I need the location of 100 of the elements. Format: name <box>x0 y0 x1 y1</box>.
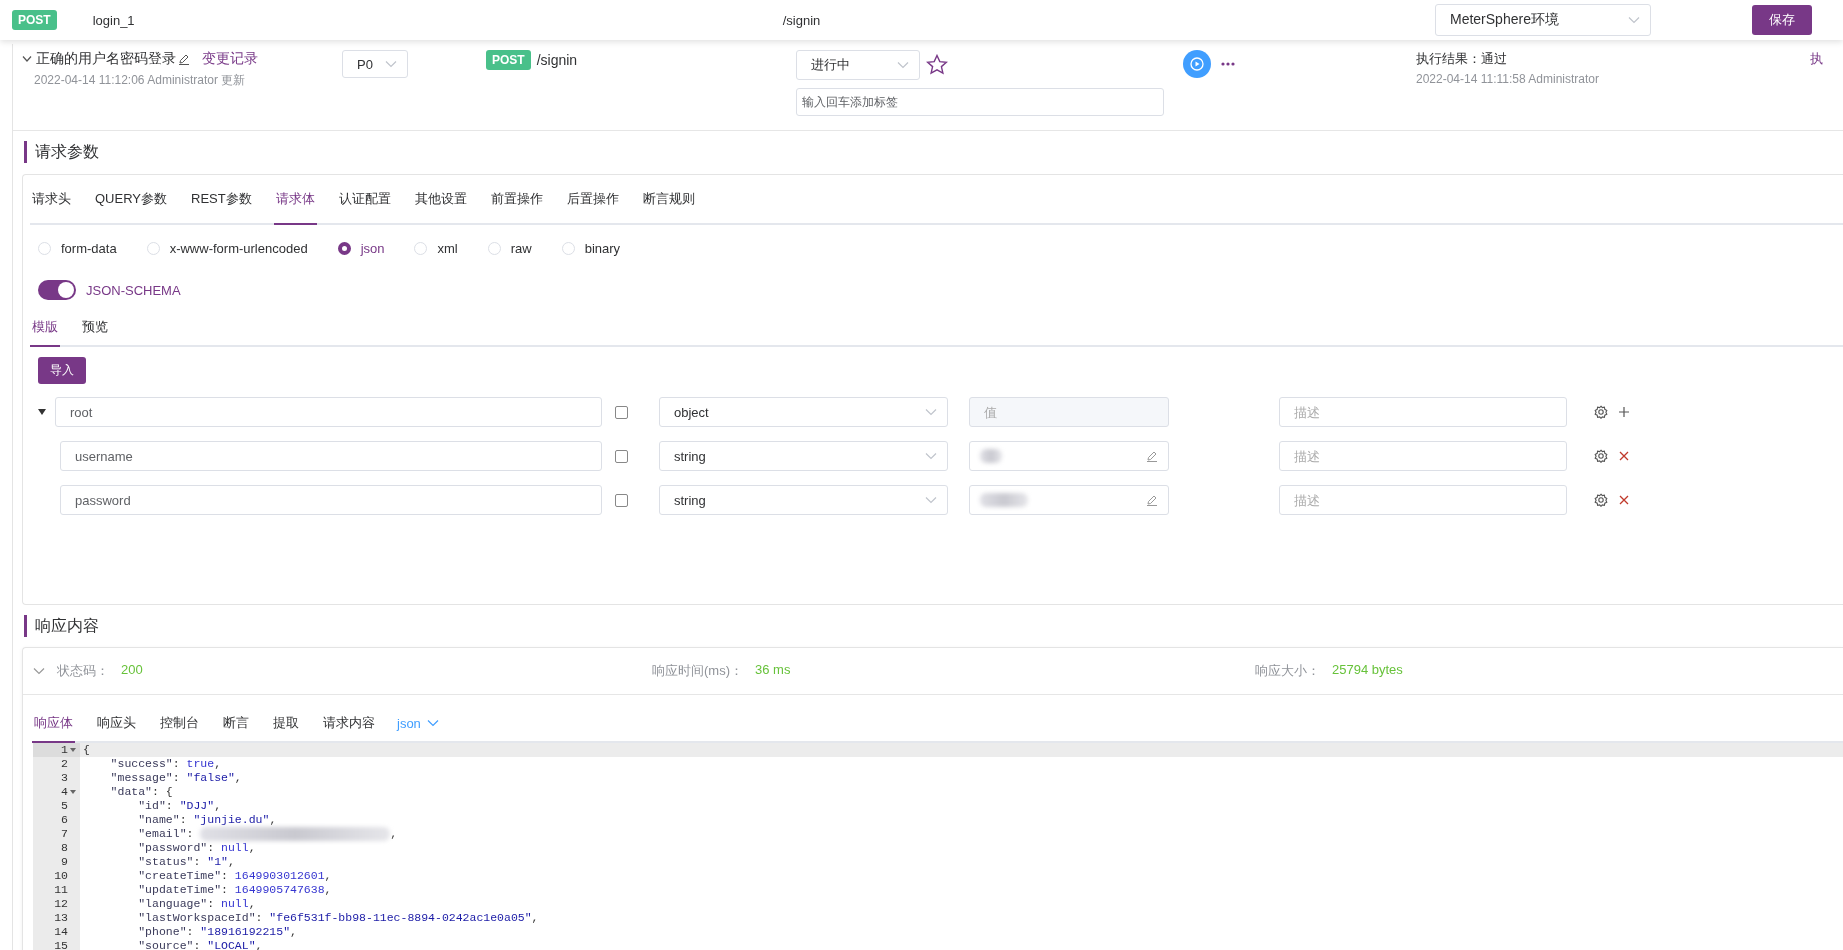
star-icon[interactable] <box>926 54 948 76</box>
environment-select[interactable]: MeterSphere环境 <box>1435 4 1651 36</box>
chevron-down-icon <box>925 496 937 504</box>
more-icon[interactable] <box>1221 62 1235 66</box>
type-select[interactable]: string <box>659 441 948 471</box>
column-header: 执 <box>1810 51 1823 66</box>
code-line: "success": true, <box>109 757 222 771</box>
chevron-down-icon[interactable] <box>22 55 32 63</box>
method-badge: POST <box>12 10 57 30</box>
tab[interactable]: 响应头 <box>95 705 138 743</box>
pencil-icon[interactable] <box>178 53 190 65</box>
api-name: login_1 <box>92 12 136 28</box>
method-badge: POST <box>486 50 531 70</box>
tab[interactable]: QUERY参数 <box>93 175 169 225</box>
chevron-down-icon <box>426 719 439 727</box>
radio-label[interactable]: json <box>360 240 385 256</box>
tab[interactable]: 请求头 <box>30 175 73 225</box>
line-number: 7 <box>61 827 68 841</box>
case-title: 正确的用户名密码登录 <box>36 50 176 68</box>
save-button[interactable]: 保存 <box>1752 5 1812 35</box>
toggle-switch[interactable] <box>38 280 76 300</box>
tab[interactable]: 断言 <box>221 705 251 743</box>
settings-icon[interactable] <box>1594 493 1608 507</box>
code-line: "language": null, <box>137 897 256 911</box>
line-number: 1 <box>61 743 68 757</box>
code-line: "lastWorkspaceId": "fe6f531f-bb98-11ec-8894-0242ac1e0a05", <box>137 911 539 925</box>
close-icon[interactable] <box>1618 495 1630 505</box>
checkbox[interactable] <box>615 405 628 419</box>
radio-label[interactable]: form-data <box>61 240 117 256</box>
line-number: 14 <box>54 925 68 939</box>
radio-label[interactable]: raw <box>510 240 532 256</box>
stat-label: 响应大小： <box>1255 662 1320 680</box>
value-field[interactable] <box>969 485 1169 515</box>
stat-value: 200 <box>121 662 143 679</box>
radio-button[interactable] <box>337 241 351 255</box>
fold-icon[interactable] <box>70 790 76 794</box>
play-icon[interactable] <box>1183 50 1211 78</box>
code-line: "status": "1", <box>137 855 235 869</box>
value-field[interactable] <box>969 441 1169 471</box>
line-number: 15 <box>54 939 68 950</box>
chevron-down-icon <box>1628 16 1640 24</box>
description-field[interactable]: 描述 <box>1279 441 1567 471</box>
tab[interactable]: 其他设置 <box>412 175 469 225</box>
priority-select[interactable]: P0 <box>342 50 408 78</box>
name-field[interactable]: password <box>60 485 602 515</box>
toggle-label: JSON-SCHEMA <box>86 282 181 298</box>
line-number: 3 <box>61 771 68 785</box>
tag-input[interactable]: 输入回车添加标签 <box>796 88 1164 116</box>
import-button[interactable]: 导入 <box>38 357 86 384</box>
radio-label[interactable]: binary <box>584 240 621 256</box>
type-select[interactable]: string <box>659 485 948 515</box>
line-number: 2 <box>61 757 68 771</box>
checkbox[interactable] <box>615 493 628 507</box>
line-number: 5 <box>61 799 68 813</box>
name-field[interactable]: username <box>60 441 602 471</box>
tab[interactable]: 控制台 <box>158 705 201 743</box>
code-line: "phone": "18916192215", <box>137 925 297 939</box>
tab[interactable]: 断言规则 <box>640 175 697 225</box>
tab[interactable]: 后置操作 <box>564 175 621 225</box>
stat-label: 响应时间(ms)： <box>652 662 743 680</box>
line-number: 4 <box>61 785 68 799</box>
tab[interactable]: 预览 <box>80 309 110 347</box>
line-number: 9 <box>61 855 68 869</box>
line-number: 11 <box>54 883 68 897</box>
type-select[interactable]: object <box>659 397 948 427</box>
line-number: 12 <box>54 897 68 911</box>
status-select[interactable]: 进行中 <box>796 50 920 80</box>
code-line: "id": "DJJ", <box>137 799 222 813</box>
code-line: "createTime": 1649903012601, <box>137 869 332 883</box>
tab[interactable]: 认证配置 <box>336 175 393 225</box>
name-field[interactable]: root <box>55 397 602 427</box>
tab[interactable]: 模版 <box>30 309 60 347</box>
fold-icon[interactable] <box>70 748 76 752</box>
chevron-down-icon <box>385 60 397 68</box>
history-link[interactable]: 变更记录 <box>202 50 258 68</box>
description-field[interactable]: 描述 <box>1279 485 1567 515</box>
radio-label[interactable]: x-www-form-urlencoded <box>169 240 308 256</box>
line-number: 8 <box>61 841 68 855</box>
close-icon[interactable] <box>1618 451 1630 461</box>
caret-icon[interactable] <box>38 409 46 415</box>
plus-icon[interactable] <box>1618 406 1630 418</box>
value-field: 值 <box>969 397 1169 427</box>
tab[interactable]: 前置操作 <box>488 175 545 225</box>
description-field[interactable]: 描述 <box>1279 397 1567 427</box>
checkbox[interactable] <box>615 449 628 463</box>
stat-label: 状态码： <box>57 662 109 680</box>
settings-icon[interactable] <box>1594 405 1608 419</box>
settings-icon[interactable] <box>1594 449 1608 463</box>
tab[interactable]: 请求体 <box>273 175 317 225</box>
line-number: 13 <box>54 911 68 925</box>
radio-label[interactable]: xml <box>437 240 458 256</box>
stat-value: 36 ms <box>755 662 791 679</box>
tab[interactable]: 请求内容 <box>321 705 377 743</box>
chevron-down-icon <box>897 61 909 69</box>
tab[interactable]: REST参数 <box>189 175 254 225</box>
tab[interactable]: 提取 <box>271 705 301 743</box>
chevron-down-icon <box>925 452 937 460</box>
run-result: 执行结果：通过 <box>1416 50 1508 68</box>
section-title: 请求参数 <box>24 141 1843 163</box>
chevron-down-icon <box>925 408 937 416</box>
